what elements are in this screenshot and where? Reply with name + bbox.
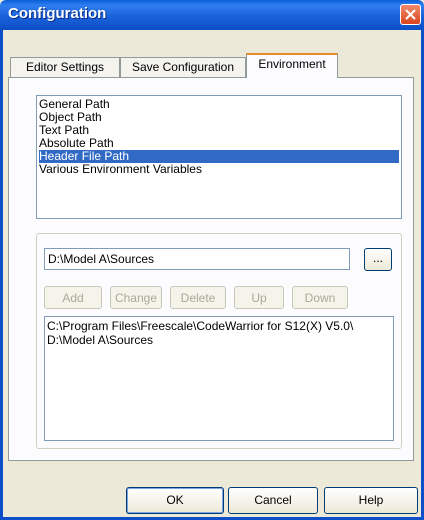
down-button[interactable]: Down (292, 286, 348, 309)
browse-button[interactable]: ... (364, 248, 392, 271)
configuration-dialog: Configuration Editor Settings Save Confi… (0, 0, 424, 520)
window-title: Configuration (8, 5, 107, 22)
up-button[interactable]: Up (234, 286, 284, 309)
delete-button[interactable]: Delete (170, 286, 226, 309)
tab-editor-settings[interactable]: Editor Settings (10, 57, 120, 77)
ok-button[interactable]: OK (126, 487, 224, 514)
tab-environment-label: Environment (258, 57, 326, 71)
path-input[interactable]: D:\Model A\Sources (44, 248, 350, 270)
close-button[interactable] (400, 4, 421, 25)
tab-save-configuration-label: Save Configuration (131, 60, 235, 74)
list-item[interactable]: Various Environment Variables (39, 163, 202, 176)
change-button[interactable]: Change (110, 286, 162, 309)
tab-environment[interactable]: Environment (246, 53, 338, 78)
cancel-button[interactable]: Cancel (228, 487, 318, 514)
list-item[interactable]: D:\Model A\Sources (47, 334, 153, 347)
close-icon (405, 9, 416, 20)
tab-editor-settings-label: Editor Settings (25, 60, 105, 74)
title-bar[interactable]: Configuration (0, 0, 424, 30)
tab-save-configuration[interactable]: Save Configuration (120, 57, 246, 77)
help-button[interactable]: Help (324, 487, 418, 514)
path-list[interactable]: C:\Program Files\Freescale\CodeWarrior f… (44, 316, 394, 441)
add-button[interactable]: Add (44, 286, 102, 309)
environment-category-list[interactable]: General Path Object Path Text Path Absol… (36, 95, 402, 219)
list-item[interactable]: C:\Program Files\Freescale\CodeWarrior f… (47, 320, 353, 333)
